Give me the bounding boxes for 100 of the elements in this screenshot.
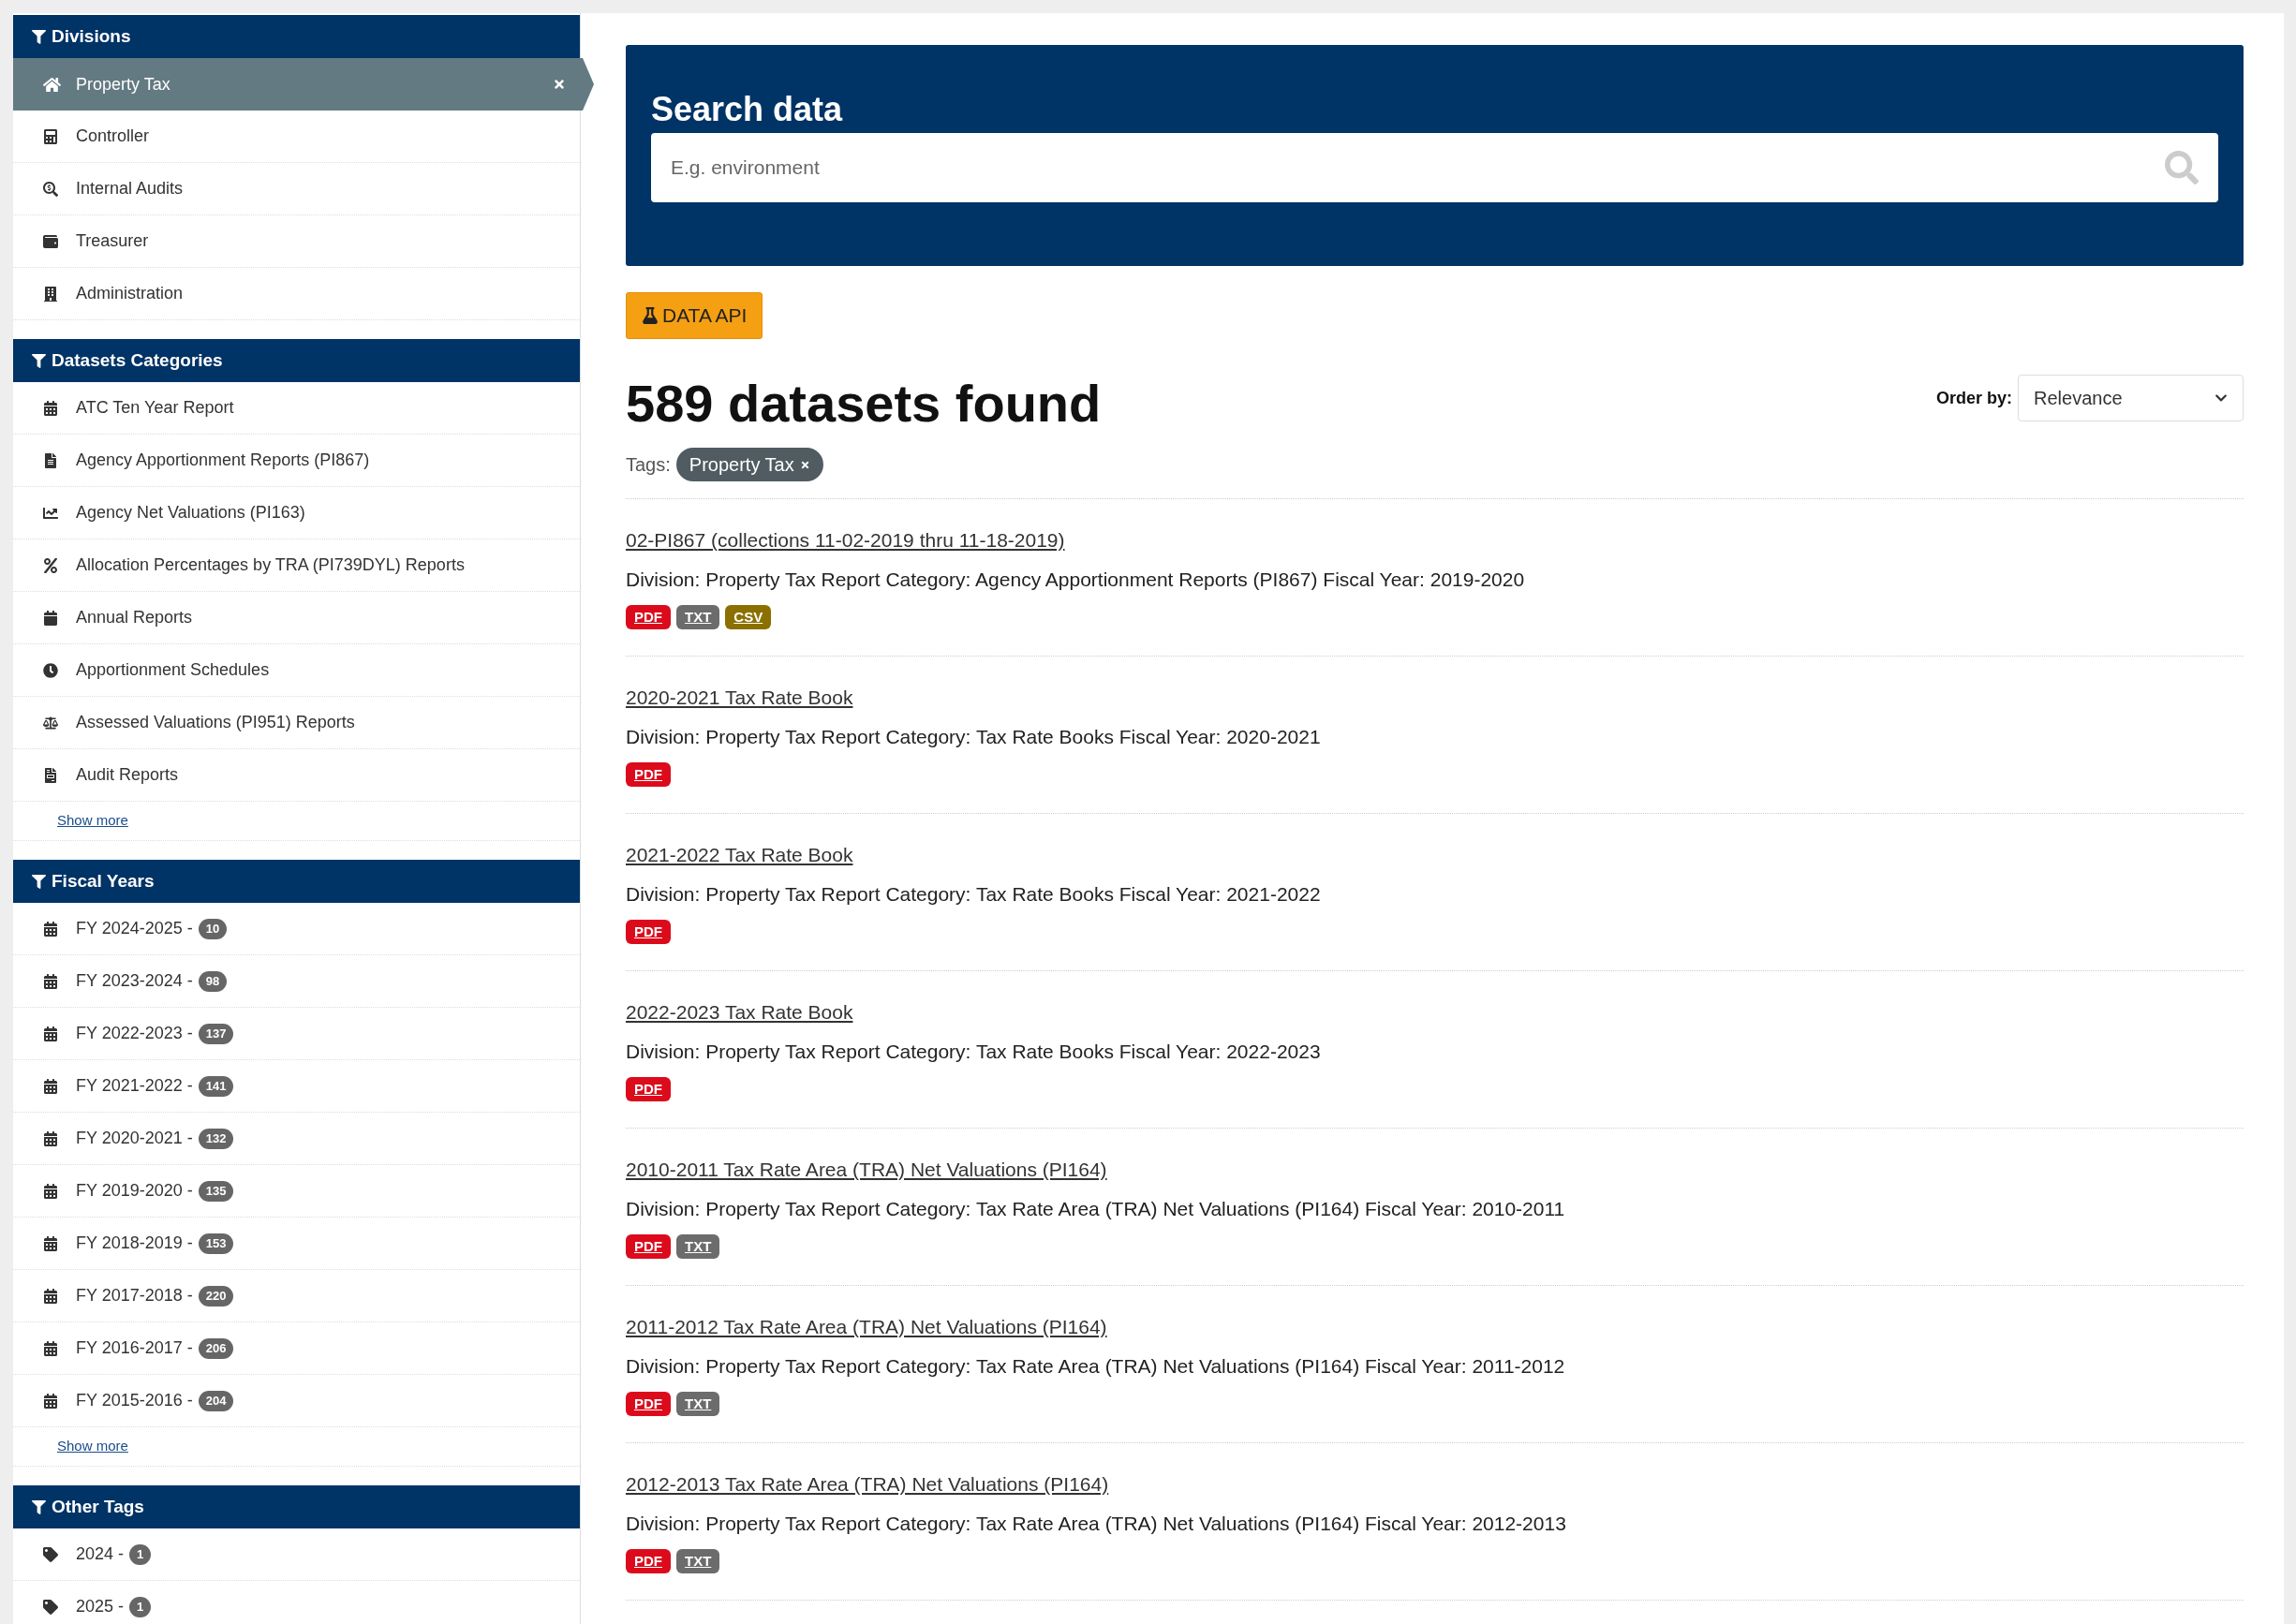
remove-icon[interactable] (799, 459, 810, 470)
tag-icon (43, 1599, 58, 1615)
format-badge[interactable]: PDF (626, 1234, 671, 1259)
tags-label: Tags: (626, 453, 671, 477)
search-title: Search data (651, 90, 844, 129)
category-link[interactable]: Assessed Valuations (PI951) Reports (76, 710, 355, 735)
format-badge[interactable]: PDF (626, 762, 671, 787)
format-badge[interactable]: PDF (626, 920, 671, 944)
dataset-title-link[interactable]: 2022-2023 Tax Rate Book (626, 1001, 853, 1023)
count-badge: 206 (198, 1337, 234, 1359)
fiscal-year-link[interactable]: FY 2023-2024 - (76, 968, 193, 994)
dataset-description: Division: Property Tax Report Category: Tax Rate Books Fiscal Year: 2021-2022 (626, 881, 1322, 907)
calendar-icon (43, 1288, 58, 1304)
category-link[interactable]: Apportionment Schedules (76, 657, 270, 683)
filter-icon (32, 874, 46, 889)
show-more-link[interactable]: Show more (57, 810, 128, 832)
tag-link[interactable]: 2024 - (76, 1542, 125, 1567)
format-badge[interactable]: TXT (676, 1234, 720, 1259)
fiscal-year-link[interactable]: FY 2022-2023 - (76, 1021, 193, 1046)
flask-icon (642, 307, 659, 324)
dataset-title-link[interactable]: 2020-2021 Tax Rate Book (626, 687, 853, 708)
dollar-search-icon (43, 181, 58, 197)
tag-link[interactable]: 2025 - (76, 1594, 125, 1619)
format-badge[interactable]: CSV (725, 605, 772, 629)
scale-icon (43, 715, 58, 731)
fiscal-year-link[interactable]: FY 2021-2022 - (76, 1073, 193, 1099)
order-by-select[interactable]: Relevance (2018, 375, 2244, 421)
category-link[interactable]: Agency Net Valuations (PI163) (76, 500, 305, 525)
filter-icon (32, 1499, 46, 1514)
calendar-icon (43, 1078, 58, 1094)
count-badge: 1 (129, 1596, 152, 1617)
fiscal-year-link[interactable]: FY 2024-2025 - (76, 916, 193, 941)
dataset-title-link[interactable]: 2010-2011 Tax Rate Area (TRA) Net Valuations (PI164) (626, 1159, 1107, 1180)
results-heading: 589 datasets found (626, 373, 1102, 435)
count-badge: 135 (198, 1180, 234, 1202)
dataset-description: Division: Property Tax Report Category: Tax Rate Books Fiscal Year: 2020-2021 (626, 724, 1322, 749)
dataset-title-link[interactable]: 02-PI867 (collections 11-02-2019 thru 11-18-2019) (626, 529, 1065, 551)
home-icon (43, 76, 61, 93)
section-title: Other Tags (52, 1495, 144, 1518)
document-icon (43, 452, 58, 468)
dataset-title-link[interactable]: 2012-2013 Tax Rate Area (TRA) Net Valuations (PI164) (626, 1473, 1109, 1495)
format-badge[interactable]: TXT (676, 1549, 720, 1573)
division-item[interactable]: Treasurer (13, 215, 580, 268)
category-link[interactable]: ATC Ten Year Report (76, 395, 234, 421)
category-link[interactable]: Agency Apportionment Reports (PI867) (76, 448, 370, 473)
section-title: Datasets Categories (52, 348, 223, 372)
format-badge[interactable]: PDF (626, 1077, 671, 1101)
tag-icon (43, 1546, 58, 1562)
building-icon (43, 286, 58, 302)
calendar-icon (43, 610, 58, 626)
data-api-button[interactable]: DATA API (626, 292, 763, 339)
format-badge[interactable]: PDF (626, 1392, 671, 1416)
dataset-description: Division: Property Tax Report Category: Tax Rate Area (TRA) Net Valuations (PI164) Fiscal Year: 2012-2013 (626, 1511, 1567, 1536)
calendar-icon (43, 921, 58, 937)
fiscal-year-link[interactable]: FY 2015-2016 - (76, 1388, 193, 1413)
format-badge[interactable]: TXT (676, 1392, 720, 1416)
close-icon[interactable] (553, 78, 566, 91)
count-badge: 137 (198, 1023, 234, 1044)
filter-icon (32, 29, 46, 44)
count-badge: 10 (198, 918, 228, 939)
division-item[interactable]: Controller (13, 111, 580, 163)
count-badge: 1 (129, 1543, 152, 1565)
count-badge: 220 (198, 1285, 234, 1307)
format-badge[interactable]: PDF (626, 1549, 671, 1573)
line-chart-icon (43, 505, 58, 521)
tag-chip[interactable]: Property Tax (675, 448, 823, 481)
percent-icon (43, 557, 58, 573)
count-badge: 141 (198, 1075, 234, 1097)
wallet-icon (43, 233, 58, 249)
filter-icon (32, 353, 46, 368)
section-title: Divisions (52, 24, 131, 48)
fiscal-year-link[interactable]: FY 2017-2018 - (76, 1283, 193, 1308)
division-item[interactable]: Property Tax (13, 58, 594, 111)
fiscal-year-link[interactable]: FY 2016-2017 - (76, 1336, 193, 1361)
dataset-description: Division: Property Tax Report Category: Tax Rate Area (TRA) Net Valuations (PI164) Fiscal Year: 2010-2011 (626, 1196, 1566, 1221)
search-field[interactable]: E.g. environment (651, 133, 2218, 202)
format-badge[interactable]: TXT (676, 605, 720, 629)
division-item[interactable]: Administration (13, 268, 580, 320)
count-badge: 204 (198, 1390, 234, 1411)
fiscal-year-link[interactable]: FY 2018-2019 - (76, 1231, 193, 1256)
format-badge[interactable]: PDF (626, 605, 671, 629)
calendar-icon (43, 1183, 58, 1199)
dataset-description: Division: Property Tax Report Category: Tax Rate Books Fiscal Year: 2022-2023 (626, 1039, 1322, 1064)
dataset-title-link[interactable]: 2021-2022 Tax Rate Book (626, 844, 853, 865)
fiscal-year-link[interactable]: FY 2020-2021 - (76, 1126, 193, 1151)
section-title: Fiscal Years (52, 869, 155, 893)
dataset-description: Division: Property Tax Report Category: Agency Apportionment Reports (PI867) Fiscal Year: 2019-2020 (626, 567, 1526, 592)
calendar-icon (43, 973, 58, 989)
calendar-icon (43, 1393, 58, 1409)
division-item[interactable]: Internal Audits (13, 163, 580, 215)
category-link[interactable]: Audit Reports (76, 762, 179, 788)
category-link[interactable]: Annual Reports (76, 605, 193, 630)
calendar-icon (43, 400, 58, 416)
fiscal-year-link[interactable]: FY 2019-2020 - (76, 1178, 193, 1203)
category-link[interactable]: Allocation Percentages by TRA (PI739DYL) Reports (76, 553, 465, 578)
order-by-label: Order by: (1935, 387, 2012, 409)
dataset-title-link[interactable]: 2011-2012 Tax Rate Area (TRA) Net Valuations (PI164) (626, 1316, 1107, 1337)
calendar-icon (43, 1026, 58, 1041)
show-more-link[interactable]: Show more (57, 1436, 128, 1457)
count-badge: 98 (198, 970, 228, 992)
